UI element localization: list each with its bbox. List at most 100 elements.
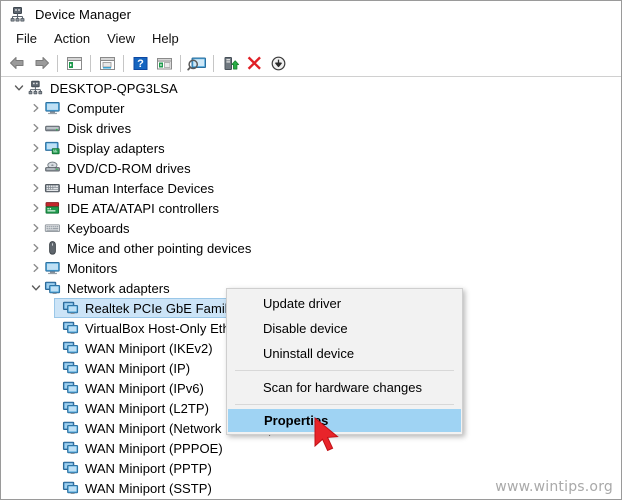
enable-device-button[interactable] xyxy=(218,52,242,75)
chevron-right-icon[interactable] xyxy=(28,140,44,156)
disk-drive-icon xyxy=(44,120,61,136)
scan-for-hardware-changes-button[interactable] xyxy=(185,52,209,75)
computer-root-icon xyxy=(27,80,44,96)
mouse-icon xyxy=(44,240,61,256)
toolbar-separator-3 xyxy=(123,54,124,72)
device-manager-window: Device Manager File Action View Help ? D… xyxy=(0,0,622,500)
monitor-icon xyxy=(44,260,61,276)
toolbar-separator-5 xyxy=(213,54,214,72)
tree-item-wan-miniport-pptp[interactable]: WAN Miniport (PPTP) xyxy=(1,458,621,478)
chevron-right-icon[interactable] xyxy=(28,100,44,116)
show-hide-console-tree-icon xyxy=(66,56,82,70)
chevron-right-icon[interactable] xyxy=(28,240,44,256)
context-menu-separator-1 xyxy=(235,370,454,371)
tree-item-monitors[interactable]: Monitors xyxy=(1,258,621,278)
tree-item-mice-and-other-pointing-devices[interactable]: Mice and other pointing devices xyxy=(1,238,621,258)
tree-item-label: Keyboards xyxy=(67,220,130,236)
chevron-right-icon[interactable] xyxy=(28,260,44,276)
ide-controller-icon xyxy=(44,200,61,216)
dvd-drive-icon xyxy=(44,160,61,176)
tree-item-label: WAN Miniport (PPPOE) xyxy=(85,440,223,456)
uninstall-device-icon xyxy=(247,56,261,70)
context-menu-item-scan-for-hardware-changes[interactable]: Scan for hardware changes xyxy=(227,375,462,400)
tree-item-wan-miniport-pppoe[interactable]: WAN Miniport (PPPOE) xyxy=(1,438,621,458)
tree-item-display-adapters[interactable]: Display adapters xyxy=(1,138,621,158)
disable-device-button[interactable] xyxy=(266,52,290,75)
tree-item-label: Mice and other pointing devices xyxy=(67,240,252,256)
tree-item-label: Human Interface Devices xyxy=(67,180,215,196)
device-manager-icon xyxy=(9,6,26,23)
properties-icon xyxy=(99,56,115,70)
network-adapter-icon xyxy=(62,320,79,336)
scan-for-hardware-changes-icon xyxy=(186,57,206,70)
svg-text:?: ? xyxy=(137,58,144,70)
hid-icon xyxy=(44,180,61,196)
menu-bar: File Action View Help xyxy=(1,27,621,50)
network-adapter-icon xyxy=(62,420,79,436)
tree-root-label: DESKTOP-QPG3LSA xyxy=(50,80,178,96)
context-menu-item-update-driver[interactable]: Update driver xyxy=(227,291,462,316)
network-adapter-icon xyxy=(62,340,79,356)
toolbar-separator-4 xyxy=(180,54,181,72)
forward-icon xyxy=(35,57,49,69)
context-menu-item-uninstall-device[interactable]: Uninstall device xyxy=(227,341,462,366)
menu-action[interactable]: Action xyxy=(46,29,99,48)
network-adapter-icon xyxy=(44,280,61,296)
tree-item-label: WAN Miniport (PPTP) xyxy=(85,460,212,476)
window-title: Device Manager xyxy=(35,6,132,22)
toolbar-separator-1 xyxy=(57,54,58,72)
chevron-right-icon[interactable] xyxy=(28,120,44,136)
monitor-icon xyxy=(44,100,61,116)
network-adapter-icon xyxy=(62,440,79,456)
tree-item-label: IDE ATA/ATAPI controllers xyxy=(67,200,219,216)
context-menu-item-disable-device[interactable]: Disable device xyxy=(227,316,462,341)
network-adapter-icon xyxy=(62,360,79,376)
menu-file[interactable]: File xyxy=(8,29,46,48)
back-button[interactable] xyxy=(5,52,29,75)
toolbar-separator-2 xyxy=(90,54,91,72)
network-adapter-icon xyxy=(62,460,79,476)
tree-item-label: WAN Miniport (L2TP) xyxy=(85,400,209,416)
chevron-right-icon[interactable] xyxy=(28,180,44,196)
title-bar: Device Manager xyxy=(1,1,621,27)
chevron-right-icon[interactable] xyxy=(28,220,44,236)
uninstall-device-button[interactable] xyxy=(242,52,266,75)
chevron-right-icon[interactable] xyxy=(28,200,44,216)
forward-button[interactable] xyxy=(29,52,53,75)
tree-item-label: WAN Miniport (IP) xyxy=(85,360,191,376)
tree-item-dvd-cd-rom-drives[interactable]: DVD/CD-ROM drives xyxy=(1,158,621,178)
network-adapter-icon xyxy=(62,380,79,396)
tree-item-label: WAN Miniport (IKEv2) xyxy=(85,340,213,356)
context-menu[interactable]: Update driver Disable device Uninstall d… xyxy=(226,288,463,435)
show-hide-console-tree-button[interactable] xyxy=(62,52,86,75)
tree-item-label: Computer xyxy=(67,100,125,116)
network-adapter-icon xyxy=(62,300,79,316)
tree-item-human-interface-devices[interactable]: Human Interface Devices xyxy=(1,178,621,198)
menu-view[interactable]: View xyxy=(99,29,144,48)
properties-button[interactable] xyxy=(95,52,119,75)
disable-device-icon xyxy=(271,56,285,70)
update-driver-icon xyxy=(156,57,172,69)
tree-root-desktop[interactable]: DESKTOP-QPG3LSA xyxy=(1,78,621,98)
tree-item-keyboards[interactable]: Keyboards xyxy=(1,218,621,238)
tree-item-label: WAN Miniport (SSTP) xyxy=(85,480,212,496)
toolbar: ? xyxy=(1,50,621,77)
tree-item-label: Monitors xyxy=(67,260,118,276)
chevron-right-icon[interactable] xyxy=(28,160,44,176)
context-menu-separator-2 xyxy=(235,404,454,405)
menu-help[interactable]: Help xyxy=(144,29,188,48)
context-menu-item-properties[interactable]: Properties xyxy=(228,409,461,432)
chevron-down-icon[interactable] xyxy=(11,80,27,96)
update-driver-button[interactable] xyxy=(152,52,176,75)
chevron-down-icon[interactable] xyxy=(28,280,44,296)
keyboard-icon xyxy=(44,220,61,236)
watermark: www.wintips.org xyxy=(495,479,613,495)
display-adapter-icon xyxy=(44,140,61,156)
tree-item-disk-drives[interactable]: Disk drives xyxy=(1,118,621,138)
tree-item-ide-ata-atapi-controllers[interactable]: IDE ATA/ATAPI controllers xyxy=(1,198,621,218)
tree-item-label: WAN Miniport (IPv6) xyxy=(85,380,204,396)
help-button[interactable]: ? xyxy=(128,52,152,75)
tree-item-computer[interactable]: Computer xyxy=(1,98,621,118)
tree-item-label: DVD/CD-ROM drives xyxy=(67,160,191,176)
tree-item-label: Display adapters xyxy=(67,140,165,156)
